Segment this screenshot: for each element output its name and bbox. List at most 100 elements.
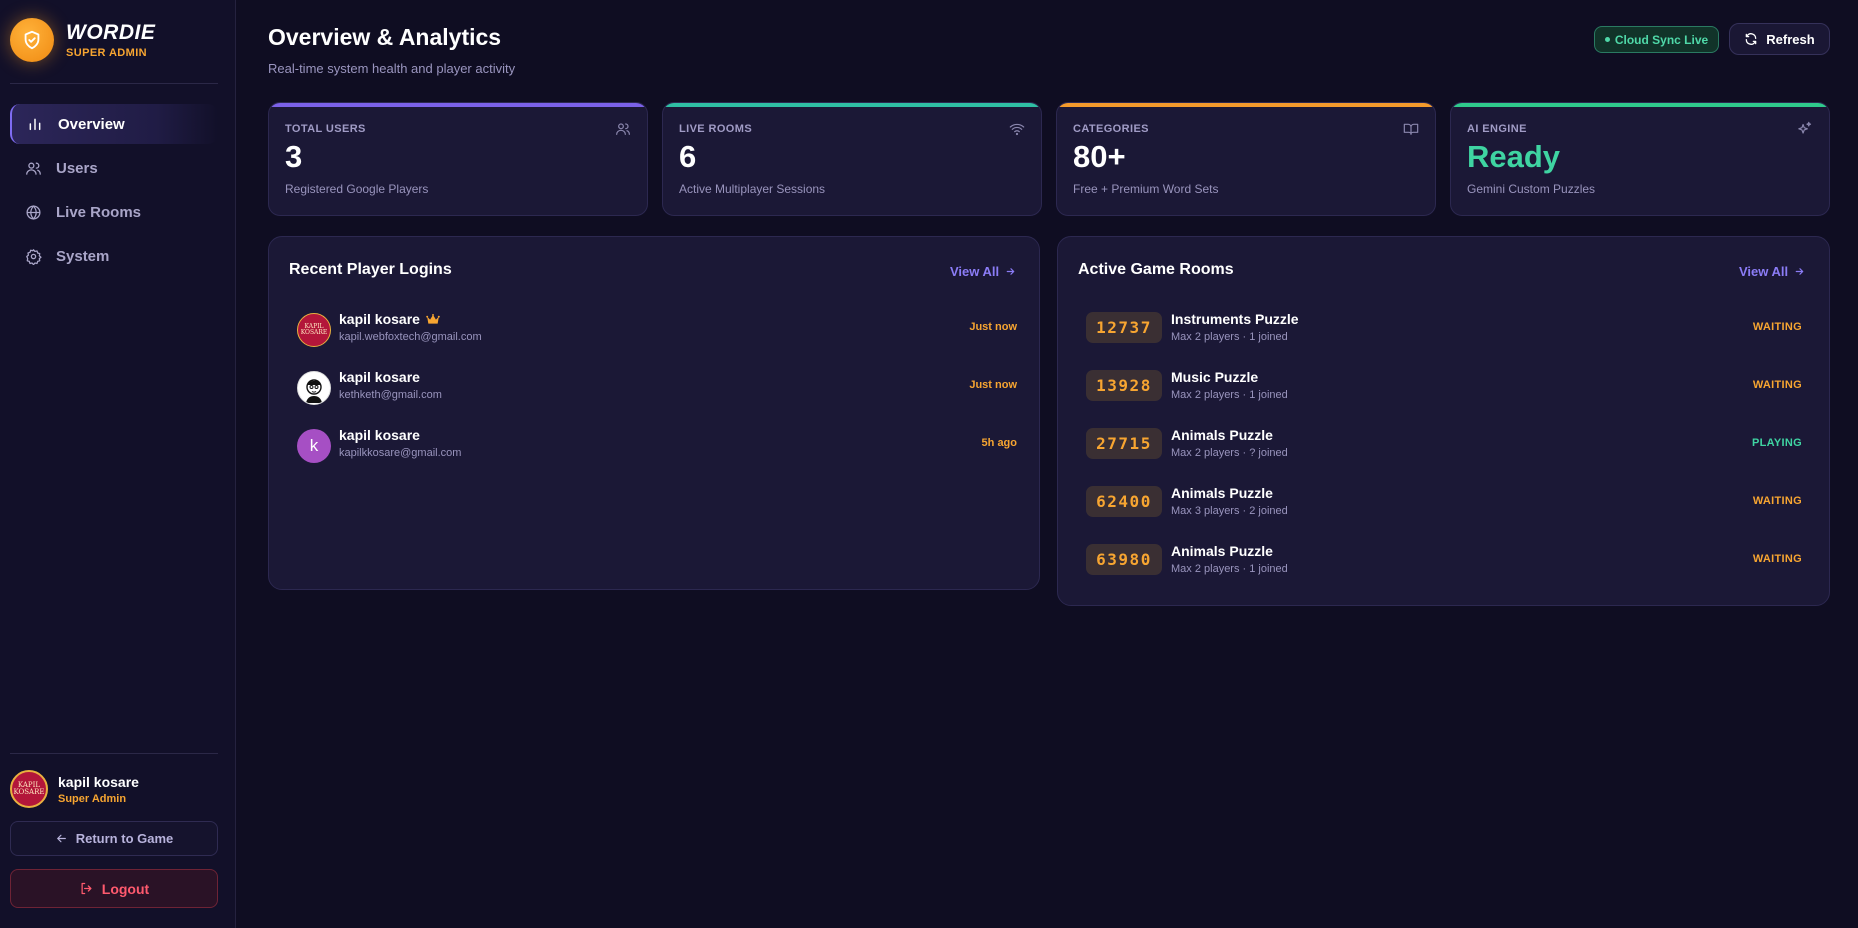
stat-label: CATEGORIES <box>1073 123 1149 135</box>
crown-icon <box>426 313 440 325</box>
gear-icon <box>24 247 42 265</box>
users-icon <box>24 159 42 177</box>
status-badge: WAITING <box>1752 553 1802 565</box>
logout-icon <box>79 881 94 896</box>
globe-icon <box>24 203 42 221</box>
page-title: Overview & Analytics <box>268 24 502 50</box>
cloud-sync-badge: Cloud Sync Live <box>1594 26 1719 53</box>
sidebar-item-live-rooms[interactable]: Live Rooms <box>10 192 218 232</box>
logout-button[interactable]: Logout <box>10 869 218 908</box>
brand-role: SUPER ADMIN <box>66 47 147 59</box>
return-to-game-button[interactable]: Return to Game <box>10 821 218 856</box>
room-code: 12737 <box>1086 312 1162 343</box>
refresh-label: Refresh <box>1766 31 1815 47</box>
sidebar-item-overview[interactable]: Overview <box>10 104 218 144</box>
stat-card-live-rooms: LIVE ROOMS 6 Active Multiplayer Sessions <box>662 102 1042 216</box>
sidebar: WORDIE SUPER ADMIN Overview Users Live R… <box>0 0 236 928</box>
sidebar-item-label: System <box>56 247 110 265</box>
status-badge: WAITING <box>1752 321 1802 333</box>
table-row[interactable]: 12737 Instruments Puzzle Max 2 players ·… <box>1086 309 1802 349</box>
sidebar-item-label: Users <box>56 159 98 177</box>
sidebar-nav: Overview Users Live Rooms System <box>10 104 218 280</box>
player-name: kapil kosare <box>339 369 420 385</box>
room-name: Instruments Puzzle <box>1171 311 1299 327</box>
stat-accent-bar <box>1057 103 1435 107</box>
current-user: KAPIL KOSARE kapil kosare Super Admin <box>10 770 139 808</box>
room-name: Animals Puzzle <box>1171 485 1273 501</box>
stat-value: 3 <box>285 139 303 174</box>
room-meta: Max 3 players · 2 joined <box>1171 505 1288 517</box>
stat-accent-bar <box>269 103 647 107</box>
book-icon <box>1403 121 1419 137</box>
current-user-role: Super Admin <box>58 792 127 805</box>
room-code: 63980 <box>1086 544 1162 575</box>
recent-logins-panel: Recent Player Logins View All KAPIL KOSAR… <box>268 236 1040 590</box>
sidebar-item-system[interactable]: System <box>10 236 218 276</box>
table-row[interactable]: 27715 Animals Puzzle Max 2 players · ? j… <box>1086 425 1802 465</box>
player-email: kethketh@gmail.com <box>339 389 442 401</box>
view-all-label: View All <box>1739 264 1789 279</box>
refresh-button[interactable]: Refresh <box>1729 23 1830 55</box>
avatar: KAPIL KOSARE <box>10 770 48 808</box>
avatar <box>297 371 331 405</box>
arrow-left-icon <box>55 832 68 845</box>
room-name: Music Puzzle <box>1171 369 1259 385</box>
stat-label: AI ENGINE <box>1467 123 1527 135</box>
return-to-game-label: Return to Game <box>75 831 174 846</box>
list-item[interactable]: KAPIL KOSARE kapil kosare kapil.webfoxtec… <box>297 309 1017 349</box>
sidebar-item-label: Overview <box>58 115 125 133</box>
player-name: kapil kosare <box>339 311 440 327</box>
sidebar-item-users[interactable]: Users <box>10 148 218 188</box>
bar-chart-icon <box>26 115 44 133</box>
list-item[interactable]: kapil kosare kethketh@gmail.com Just now <box>297 367 1017 407</box>
stat-label: TOTAL USERS <box>285 123 366 135</box>
view-all-rooms-link[interactable]: View All <box>1739 264 1805 279</box>
stat-accent-bar <box>1451 103 1829 107</box>
stat-description: Active Multiplayer Sessions <box>679 182 826 196</box>
login-time: Just now <box>969 321 1017 333</box>
wifi-icon <box>1009 121 1025 137</box>
table-row[interactable]: 63980 Animals Puzzle Max 2 players · 1 j… <box>1086 541 1802 581</box>
sidebar-divider <box>10 753 218 754</box>
table-row[interactable]: 62400 Animals Puzzle Max 3 players · 2 j… <box>1086 483 1802 523</box>
login-time: Just now <box>969 379 1017 391</box>
arrow-right-icon <box>1794 266 1805 277</box>
stat-label: LIVE ROOMS <box>679 123 753 135</box>
avatar: KAPIL KOSARE <box>297 313 331 347</box>
cloud-sync-label: Cloud Sync Live <box>1614 32 1709 47</box>
view-all-logins-link[interactable]: View All <box>950 264 1016 279</box>
stat-card-total-users: TOTAL USERS 3 Registered Google Players <box>268 102 648 216</box>
sparkles-icon <box>1796 121 1813 138</box>
room-name: Animals Puzzle <box>1171 427 1273 443</box>
player-name-text: kapil kosare <box>339 311 420 327</box>
stat-value: Ready <box>1467 139 1561 174</box>
player-name: kapil kosare <box>339 427 420 443</box>
room-code: 27715 <box>1086 428 1162 459</box>
room-code: 62400 <box>1086 486 1162 517</box>
logout-label: Logout <box>101 880 150 897</box>
room-code: 13928 <box>1086 370 1162 401</box>
view-all-label: View All <box>950 264 1000 279</box>
avatar: k <box>297 429 331 463</box>
stat-description: Free + Premium Word Sets <box>1073 182 1219 196</box>
sidebar-divider <box>10 83 218 84</box>
stat-card-categories: CATEGORIES 80+ Free + Premium Word Sets <box>1056 102 1436 216</box>
stat-accent-bar <box>663 103 1041 107</box>
status-badge: WAITING <box>1752 495 1802 507</box>
active-rooms-panel: Active Game Rooms View All 12737 Instrum… <box>1057 236 1830 606</box>
status-badge: PLAYING <box>1752 437 1802 449</box>
arrow-right-icon <box>1005 266 1016 277</box>
room-meta: Max 2 players · 1 joined <box>1171 331 1288 343</box>
status-dot-icon <box>1604 37 1610 42</box>
login-time: 5h ago <box>981 437 1017 449</box>
panel-title: Recent Player Logins <box>289 261 452 278</box>
room-meta: Max 2 players · 1 joined <box>1171 389 1288 401</box>
player-email: kapil.webfoxtech@gmail.com <box>339 331 482 343</box>
stat-description: Registered Google Players <box>285 182 429 196</box>
table-row[interactable]: 13928 Music Puzzle Max 2 players · 1 joi… <box>1086 367 1802 407</box>
room-meta: Max 2 players · 1 joined <box>1171 563 1288 575</box>
panel-title: Active Game Rooms <box>1078 261 1234 278</box>
list-item[interactable]: k kapil kosare kapilkkosare@gmail.com 5h… <box>297 425 1017 465</box>
brand[interactable]: WORDIE SUPER ADMIN <box>10 18 155 62</box>
refresh-icon <box>1744 32 1758 46</box>
